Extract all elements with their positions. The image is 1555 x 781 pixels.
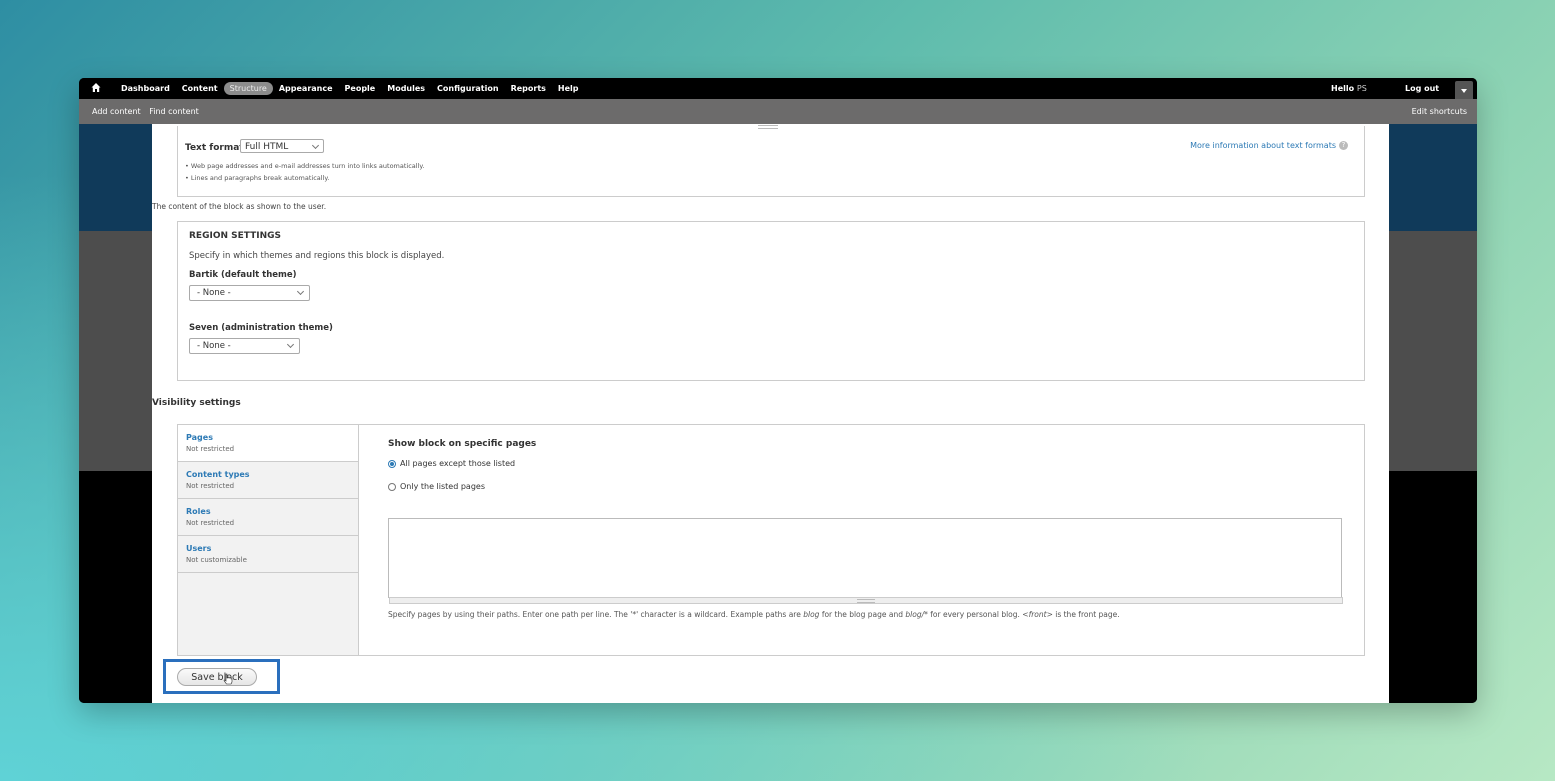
tab-title: Pages bbox=[186, 433, 213, 442]
help-part: Specify pages by using their paths. Ente… bbox=[388, 610, 804, 619]
radio-button[interactable] bbox=[388, 482, 396, 491]
tab-title: Content types bbox=[186, 470, 250, 479]
visibility-settings-title: Visibility settings bbox=[152, 398, 241, 408]
chevron-down-icon bbox=[311, 141, 320, 150]
radio-only-listed[interactable]: Only the listed pages bbox=[388, 482, 485, 491]
text-format-tips: Web page addresses and e-mail addresses … bbox=[185, 160, 424, 184]
text-format-value: Full HTML bbox=[245, 142, 289, 152]
nav-reports[interactable]: Reports bbox=[505, 78, 552, 99]
visibility-settings-tabs: Pages Not restricted Content types Not r… bbox=[177, 424, 1365, 656]
shortcut-find-content[interactable]: Find content bbox=[149, 107, 199, 116]
seven-region-select[interactable]: - None - bbox=[189, 338, 300, 354]
nav-content[interactable]: Content bbox=[176, 78, 224, 99]
help-part: is the front page. bbox=[1052, 610, 1120, 619]
tab-title: Users bbox=[186, 544, 212, 553]
shortcuts-toggle-button[interactable] bbox=[1455, 81, 1473, 99]
chevron-down-icon bbox=[296, 287, 305, 296]
nav-dashboard[interactable]: Dashboard bbox=[115, 78, 176, 99]
nav-people[interactable]: People bbox=[339, 78, 382, 99]
format-tip: Web page addresses and e-mail addresses … bbox=[185, 160, 424, 172]
bartik-region-select[interactable]: - None - bbox=[189, 285, 310, 301]
logout-link[interactable]: Log out bbox=[1405, 78, 1439, 99]
body-description: The content of the block as shown to the… bbox=[152, 202, 327, 211]
chevron-down-icon bbox=[1461, 89, 1467, 93]
region-settings-title: REGION SETTINGS bbox=[189, 231, 281, 241]
user-name-link[interactable]: PS bbox=[1357, 84, 1367, 93]
nav-structure[interactable]: Structure bbox=[223, 82, 273, 95]
edit-shortcuts-link[interactable]: Edit shortcuts bbox=[1412, 99, 1467, 124]
admin-toolbar: Dashboard Content Structure Appearance P… bbox=[79, 78, 1477, 99]
shortcut-add-content[interactable]: Add content bbox=[92, 107, 141, 116]
more-format-info[interactable]: More information about text formats? bbox=[1190, 141, 1348, 150]
seven-region-value: - None - bbox=[197, 341, 231, 351]
user-greeting: Hello PS bbox=[1331, 78, 1367, 99]
pages-textarea[interactable] bbox=[388, 518, 1343, 604]
text-format-select[interactable]: Full HTML bbox=[240, 139, 324, 153]
text-format-fieldset: Text format Full HTML Web page addresses… bbox=[177, 126, 1365, 197]
help-example: blog bbox=[803, 610, 820, 619]
tab-roles[interactable]: Roles Not restricted bbox=[178, 499, 358, 536]
textarea-resize-handle[interactable] bbox=[389, 597, 1343, 604]
help-part: for every personal blog. bbox=[927, 610, 1023, 619]
pages-help-text: Specify pages by using their paths. Ente… bbox=[388, 610, 1120, 619]
more-format-info-link[interactable]: More information about text formats bbox=[1190, 141, 1336, 150]
pages-pane-title: Show block on specific pages bbox=[388, 439, 537, 449]
chevron-down-icon bbox=[286, 340, 295, 349]
help-example: blog/* bbox=[905, 610, 928, 619]
tab-summary: Not restricted bbox=[186, 519, 235, 527]
home-icon[interactable] bbox=[91, 82, 101, 94]
tab-summary: Not customizable bbox=[186, 556, 247, 564]
text-format-label: Text format bbox=[185, 143, 244, 153]
help-icon: ? bbox=[1339, 141, 1348, 150]
block-form-panel: Text format Full HTML Web page addresses… bbox=[152, 124, 1389, 703]
radio-label: All pages except those listed bbox=[400, 459, 516, 468]
browser-window: Dashboard Content Structure Appearance P… bbox=[79, 78, 1477, 703]
vertical-tabs-list: Pages Not restricted Content types Not r… bbox=[178, 425, 359, 655]
nav-appearance[interactable]: Appearance bbox=[273, 78, 339, 99]
shortcuts-bar: Add content Find content Edit shortcuts bbox=[79, 99, 1477, 124]
tab-pages[interactable]: Pages Not restricted bbox=[178, 425, 358, 462]
tab-summary: Not restricted bbox=[186, 482, 235, 490]
nav-configuration[interactable]: Configuration bbox=[431, 78, 505, 99]
radio-button-checked[interactable] bbox=[388, 459, 396, 468]
nav-modules[interactable]: Modules bbox=[381, 78, 431, 99]
hello-label: Hello bbox=[1331, 84, 1355, 93]
tab-title: Roles bbox=[186, 507, 211, 516]
radio-label: Only the listed pages bbox=[400, 482, 485, 491]
seven-theme-label: Seven (administration theme) bbox=[189, 323, 333, 333]
save-block-button[interactable]: Save block bbox=[177, 668, 257, 686]
tab-summary: Not restricted bbox=[186, 445, 235, 453]
toolbar-nav: Dashboard Content Structure Appearance P… bbox=[115, 78, 585, 99]
region-settings-description: Specify in which themes and regions this… bbox=[189, 251, 445, 261]
nav-help[interactable]: Help bbox=[552, 78, 585, 99]
help-part: for the blog page and bbox=[819, 610, 906, 619]
hand-cursor-icon bbox=[223, 673, 233, 685]
radio-all-except-listed[interactable]: All pages except those listed bbox=[388, 459, 515, 468]
bartik-region-value: - None - bbox=[197, 288, 231, 298]
tab-content-types[interactable]: Content types Not restricted bbox=[178, 462, 358, 499]
help-example: <front> bbox=[1022, 610, 1053, 619]
format-tip: Lines and paragraphs break automatically… bbox=[185, 172, 424, 184]
bartik-theme-label: Bartik (default theme) bbox=[189, 270, 297, 280]
tab-users[interactable]: Users Not customizable bbox=[178, 536, 358, 573]
region-settings-fieldset: REGION SETTINGS Specify in which themes … bbox=[177, 221, 1365, 381]
